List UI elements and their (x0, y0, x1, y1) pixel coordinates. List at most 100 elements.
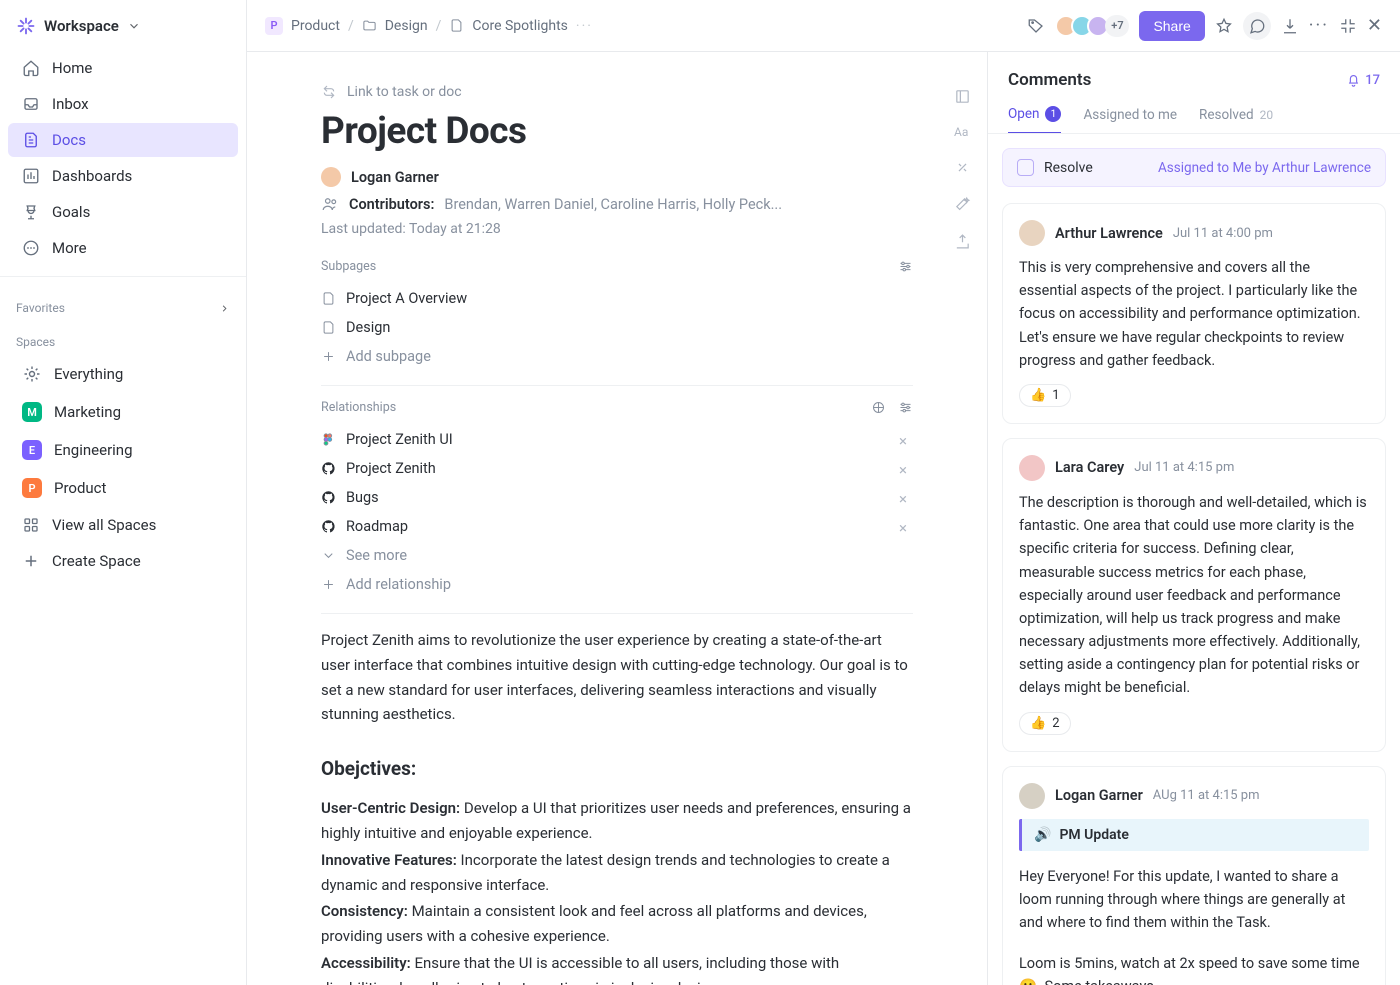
comments-notifications[interactable]: 17 (1346, 73, 1380, 88)
doc-icon (321, 320, 336, 335)
nav-docs[interactable]: Docs (8, 123, 238, 157)
space-marketing[interactable]: M Marketing (8, 394, 238, 430)
nav-more[interactable]: More (8, 231, 238, 265)
relationship-item[interactable]: Bugs × (321, 483, 913, 512)
subpage-item[interactable]: Project A Overview (321, 284, 913, 313)
space-badge: P (22, 478, 42, 498)
plus-icon (321, 577, 336, 592)
space-label: Marketing (54, 403, 121, 421)
grid-icon (22, 516, 40, 534)
collapse-icon[interactable] (1339, 17, 1357, 35)
space-badge: M (22, 402, 42, 422)
add-subpage[interactable]: Add subpage (321, 342, 913, 371)
workspace-logo-icon (16, 16, 36, 36)
objective-item: User-Centric Design: Develop a UI that p… (321, 796, 913, 846)
comment-author: Logan Garner (1055, 787, 1143, 804)
overflow-menu-icon[interactable]: ··· (1309, 15, 1329, 36)
doc-title[interactable]: Project Docs (321, 110, 913, 153)
add-relationship[interactable]: Add relationship (321, 570, 913, 599)
more-dots-icon[interactable]: ··· (576, 18, 593, 34)
close-icon[interactable]: ✕ (1367, 17, 1382, 35)
reaction-chip[interactable]: 👍 2 (1019, 712, 1071, 735)
nav-dashboards[interactable]: Dashboards (8, 159, 238, 193)
space-everything[interactable]: Everything (8, 356, 238, 392)
comments-tab-assigned[interactable]: Assigned to me (1083, 106, 1177, 133)
tag-icon[interactable] (1027, 17, 1045, 35)
objective-item: Accessibility: Ensure that the UI is acc… (321, 951, 913, 985)
doc-body[interactable]: Project Zenith aims to revolutionize the… (321, 628, 913, 985)
comment-text: The description is thorough and well-det… (1019, 491, 1369, 700)
remove-icon[interactable]: × (899, 490, 907, 508)
doc-pane: Aa Link to task or doc Project Docs Loga… (247, 52, 987, 985)
comments-tab-open[interactable]: Open 1 (1008, 106, 1061, 134)
avatar (1019, 220, 1045, 246)
resolve-button[interactable]: Resolve (1017, 159, 1093, 176)
objectives-heading: Obejctives: (321, 753, 913, 784)
docs-icon (22, 131, 40, 149)
comment-author: Arthur Lawrence (1055, 225, 1163, 242)
author-name[interactable]: Logan Garner (351, 169, 439, 186)
settings-icon[interactable] (898, 400, 913, 415)
subpage-item[interactable]: Design (321, 313, 913, 342)
settings-icon[interactable] (898, 259, 913, 274)
see-more-relationships[interactable]: See more (321, 541, 913, 570)
breadcrumb-space-chip[interactable]: P (265, 17, 283, 35)
relationship-item[interactable]: Roadmap × (321, 512, 913, 541)
resolve-bar: Resolve Assigned to Me by Arthur Lawrenc… (1002, 148, 1386, 187)
assigned-by-label[interactable]: Assigned to Me by Arthur Lawrence (1158, 160, 1371, 176)
avatar (321, 167, 341, 187)
star-icon[interactable] (1215, 17, 1233, 35)
comment-author: Lara Carey (1055, 459, 1124, 476)
breadcrumbs: P Product / Design / Core Spotlights ··· (265, 17, 593, 35)
relationship-item[interactable]: Project Zenith UI × (321, 425, 913, 454)
contributors-value[interactable]: Brendan, Warren Daniel, Caroline Harris,… (444, 196, 782, 213)
remove-icon[interactable]: × (899, 461, 907, 479)
font-icon[interactable]: Aa (954, 125, 971, 139)
checkbox-icon (1017, 159, 1034, 176)
subpages-header: Subpages (321, 259, 913, 274)
breadcrumb-item[interactable]: Design (385, 18, 428, 34)
home-icon (22, 59, 40, 77)
nav-label: Home (52, 59, 92, 77)
workspace-switcher[interactable]: Workspace (0, 10, 246, 50)
avatar-stack[interactable]: +7 (1055, 15, 1129, 37)
remove-icon[interactable]: × (899, 432, 907, 450)
magic-wand-icon[interactable] (954, 196, 971, 213)
comments-tab-resolved[interactable]: Resolved 20 (1199, 106, 1273, 133)
create-space[interactable]: Create Space (8, 544, 238, 578)
comment-card[interactable]: Arthur Lawrence Jul 11 at 4:00 pm This i… (1002, 203, 1386, 424)
link-icon[interactable] (871, 400, 886, 415)
dashboards-icon (22, 167, 40, 185)
export-icon[interactable] (954, 233, 971, 250)
spaces-heading: Spaces (0, 321, 246, 355)
doc-icon (321, 291, 336, 306)
space-engineering[interactable]: E Engineering (8, 432, 238, 468)
reaction-chip[interactable]: 👍 1 (1019, 384, 1071, 407)
breadcrumb-item[interactable]: Product (291, 18, 340, 34)
nav-goals[interactable]: Goals (8, 195, 238, 229)
favorites-heading[interactable]: Favorites (0, 287, 246, 321)
link-task-row[interactable]: Link to task or doc (321, 84, 913, 100)
contributors-row: Contributors: Brendan, Warren Daniel, Ca… (321, 195, 913, 213)
download-icon[interactable] (1281, 17, 1299, 35)
view-all-spaces[interactable]: View all Spaces (8, 508, 238, 542)
breadcrumb-item[interactable]: Core Spotlights (472, 18, 568, 34)
comment-card[interactable]: Lara Carey Jul 11 at 4:15 pm The descrip… (1002, 438, 1386, 752)
inbox-icon (22, 95, 40, 113)
comment-icon[interactable] (1243, 12, 1271, 40)
nav-home[interactable]: Home (8, 51, 238, 85)
relationship-item[interactable]: Project Zenith × (321, 454, 913, 483)
chevron-down-icon (321, 548, 336, 563)
ai-icon[interactable] (954, 159, 971, 176)
comments-title: Comments (1008, 70, 1091, 90)
share-button[interactable]: Share (1139, 11, 1204, 41)
nav-inbox[interactable]: Inbox (8, 87, 238, 121)
speaker-icon: 🔊 (1034, 827, 1051, 843)
remove-icon[interactable]: × (899, 519, 907, 537)
comment-card[interactable]: Logan Garner AUg 11 at 4:15 pm 🔊 PM Upda… (1002, 766, 1386, 985)
more-icon (22, 239, 40, 257)
comment-date: Jul 11 at 4:00 pm (1173, 226, 1273, 241)
space-product[interactable]: P Product (8, 470, 238, 506)
page-width-icon[interactable] (954, 88, 971, 105)
view-all-label: View all Spaces (52, 516, 156, 534)
